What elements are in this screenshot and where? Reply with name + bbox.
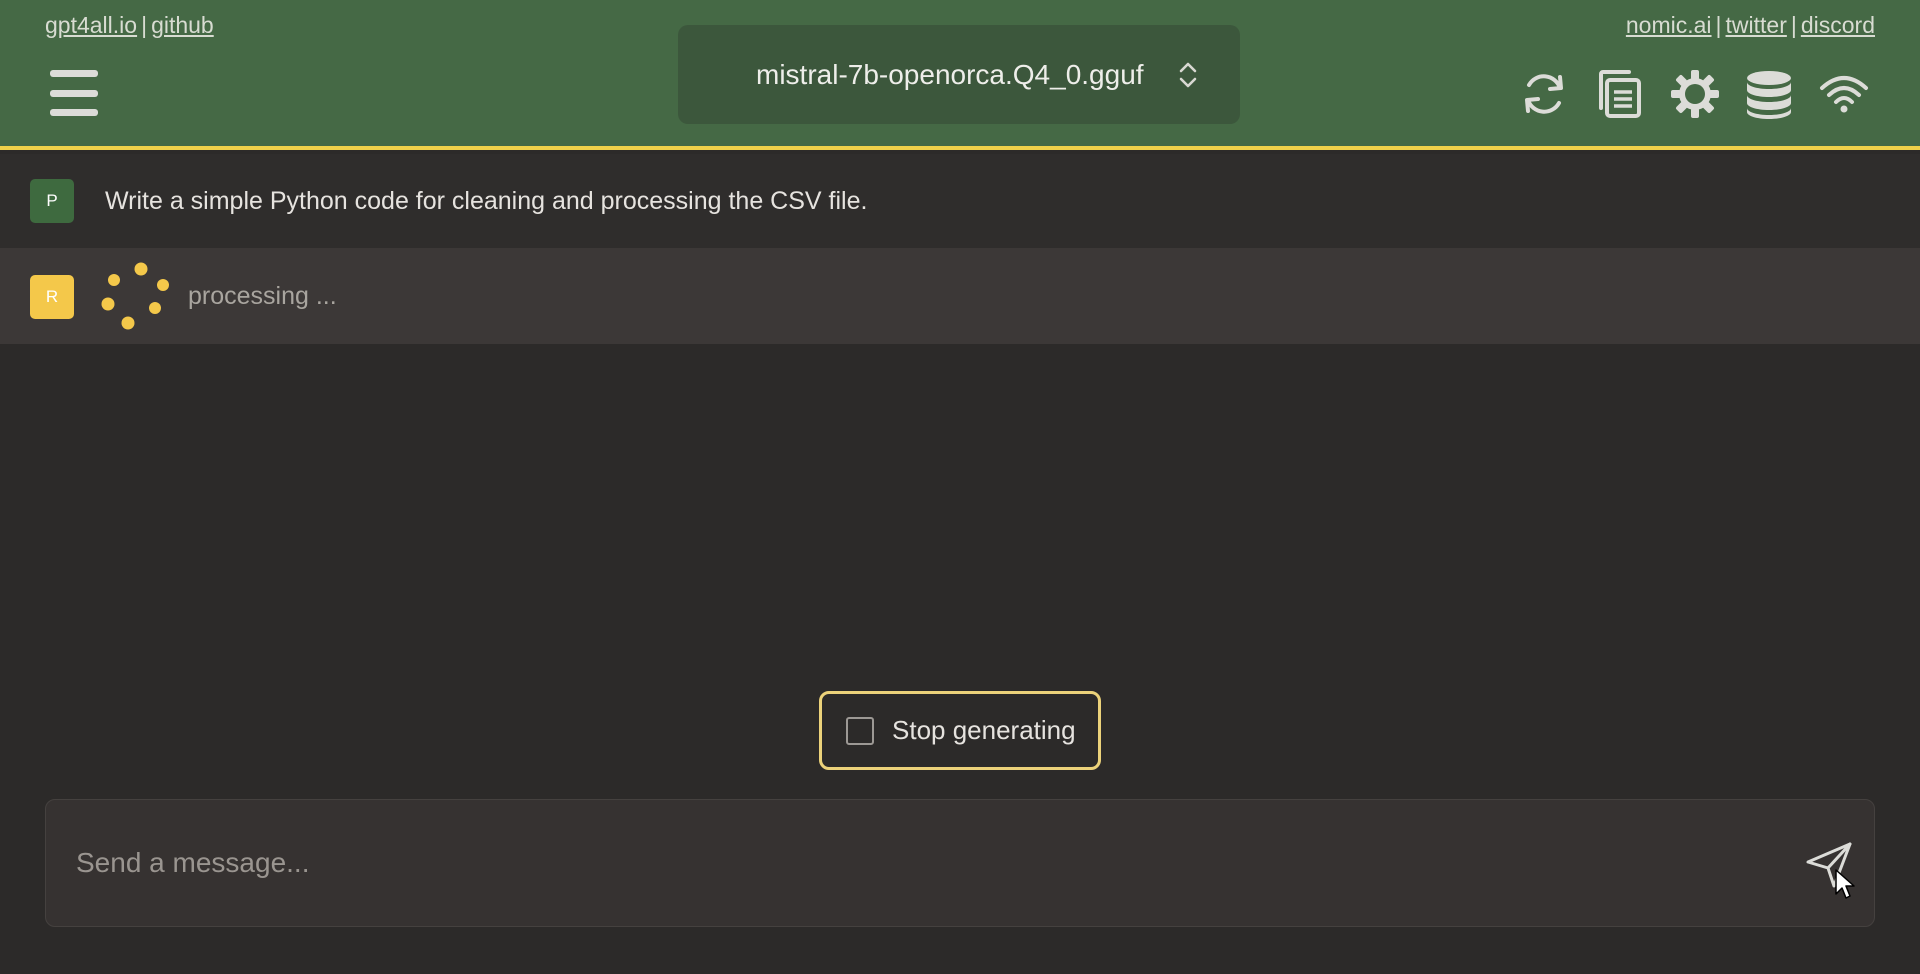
prompt-avatar: P: [30, 179, 74, 223]
menu-bar-line: [50, 70, 98, 77]
github-link[interactable]: github: [151, 12, 214, 38]
response-avatar: R: [30, 275, 74, 319]
message-input-container: [45, 799, 1875, 927]
reset-chat-icon[interactable]: [1518, 68, 1570, 120]
settings-gear-icon[interactable]: [1669, 68, 1721, 120]
twitter-link[interactable]: twitter: [1726, 12, 1787, 38]
stop-generating-label: Stop generating: [892, 715, 1076, 745]
chevron-up-down-icon: [1179, 62, 1197, 88]
mouse-cursor-icon: [1835, 869, 1855, 899]
database-icon[interactable]: [1743, 68, 1795, 120]
loading-spinner-icon: [101, 262, 169, 330]
menu-bar-line: [50, 109, 98, 116]
gpt4all-link[interactable]: gpt4all.io: [45, 12, 137, 38]
link-separator: |: [1715, 12, 1722, 38]
stop-generating-button[interactable]: Stop generating: [819, 691, 1101, 770]
message-input[interactable]: [74, 800, 1774, 926]
hamburger-menu-icon[interactable]: [50, 68, 98, 118]
header-bar: gpt4all.io | github nomic.ai | twitter | disco…: [0, 0, 1920, 150]
network-wifi-icon[interactable]: [1818, 68, 1870, 120]
processing-status: processing ...: [188, 282, 337, 310]
prompt-message: P Write a simple Python code for cleanin…: [0, 154, 1920, 248]
link-separator: |: [141, 12, 148, 38]
response-message: R processing ...: [0, 248, 1920, 344]
model-selector[interactable]: mistral-7b-openorca.Q4_0.gguf: [678, 25, 1240, 124]
links-right: nomic.ai | twitter | discord: [1626, 12, 1875, 39]
nomic-link[interactable]: nomic.ai: [1626, 12, 1712, 38]
stop-square-icon: [846, 717, 874, 745]
discord-link[interactable]: discord: [1801, 12, 1875, 38]
prompt-text: Write a simple Python code for cleaning …: [105, 187, 868, 215]
menu-bar-line: [50, 89, 98, 97]
model-name: mistral-7b-openorca.Q4_0.gguf: [756, 59, 1144, 90]
copy-conversation-icon[interactable]: [1594, 68, 1646, 120]
link-separator: |: [1790, 12, 1797, 38]
links-left: gpt4all.io | github: [45, 12, 214, 39]
